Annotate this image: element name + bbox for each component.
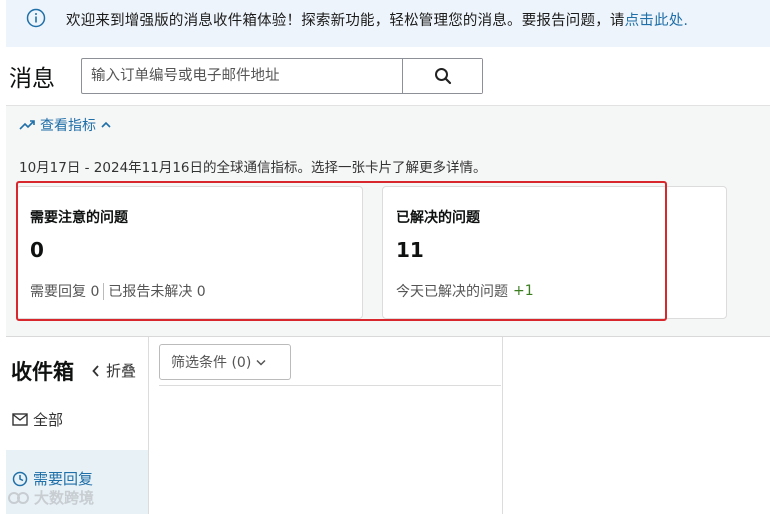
inbox-title: 收件箱: [11, 360, 74, 384]
search-input[interactable]: [82, 59, 402, 93]
metrics-description: 10月17日 - 2024年11月16日的全球通信指标。选择一张卡片了解更多详情…: [19, 160, 487, 176]
collapse-label: 折叠: [106, 362, 137, 380]
view-metrics-toggle[interactable]: 查看指标: [19, 115, 111, 135]
card-subtext: 需要回复 0 已报告未解决 0: [30, 281, 206, 301]
chevron-up-icon: [101, 121, 111, 128]
watermark-logo-icon: [8, 491, 29, 504]
report-issue-link[interactable]: 点击此处.: [625, 13, 689, 29]
banner-text: 欢迎来到增强版的消息收件箱体验！探索新功能，轻松管理您的消息。要报告问题，请点击…: [66, 9, 688, 30]
search-button[interactable]: [402, 59, 482, 93]
view-metrics-label: 查看指标: [40, 118, 96, 134]
needs-reply-count: 需要回复 0: [30, 284, 100, 300]
card-value: 0: [30, 238, 44, 262]
trend-icon: [19, 120, 35, 130]
sidebar-item-label: 全部: [33, 411, 64, 429]
filter-divider: [159, 385, 501, 386]
mail-icon: [12, 413, 28, 426]
separator: [103, 282, 105, 300]
watermark: 大数跨境: [8, 487, 94, 508]
sidebar-item-label: 需要回复: [33, 470, 94, 488]
collapse-button[interactable]: 折叠: [92, 360, 136, 381]
clock-icon: [12, 471, 28, 486]
card-subtext: 今天已解决的问题 +1: [396, 281, 534, 301]
metric-card-resolved[interactable]: 已解决的问题 11 今天已解决的问题 +1: [382, 186, 727, 319]
search-icon: [434, 68, 451, 85]
metrics-panel: 查看指标 10月17日 - 2024年11月16日的全球通信指标。选择一张卡片了…: [6, 105, 770, 337]
card-title: 需要注意的问题: [30, 210, 128, 226]
chevron-down-icon: [256, 359, 266, 366]
column-divider: [148, 337, 149, 514]
filter-dropdown[interactable]: 筛选条件 (0): [159, 344, 291, 380]
card-value: 11: [396, 238, 424, 262]
header: 消息: [0, 47, 770, 105]
chevron-left-icon: [92, 364, 99, 377]
watermark-text: 大数跨境: [34, 489, 95, 507]
info-icon: [26, 8, 46, 28]
card-title: 已解决的问题: [396, 210, 480, 226]
resolved-today-delta: +1: [513, 283, 534, 299]
reported-unresolved-count: 已报告未解决 0: [108, 284, 206, 300]
filter-label: 筛选条件 (0): [171, 355, 252, 371]
info-banner: 欢迎来到增强版的消息收件箱体验！探索新功能，轻松管理您的消息。要报告问题，请点击…: [6, 0, 770, 47]
column-divider: [502, 337, 503, 514]
search-box: [81, 58, 483, 94]
page-title: 消息: [9, 66, 55, 92]
resolved-today-label: 今天已解决的问题: [396, 284, 508, 300]
metric-card-attention[interactable]: 需要注意的问题 0 需要回复 0 已报告未解决 0: [16, 186, 363, 319]
sidebar-item-all[interactable]: 全部: [12, 409, 63, 430]
banner-message: 欢迎来到增强版的消息收件箱体验！探索新功能，轻松管理您的消息。要报告问题，请: [66, 13, 625, 29]
